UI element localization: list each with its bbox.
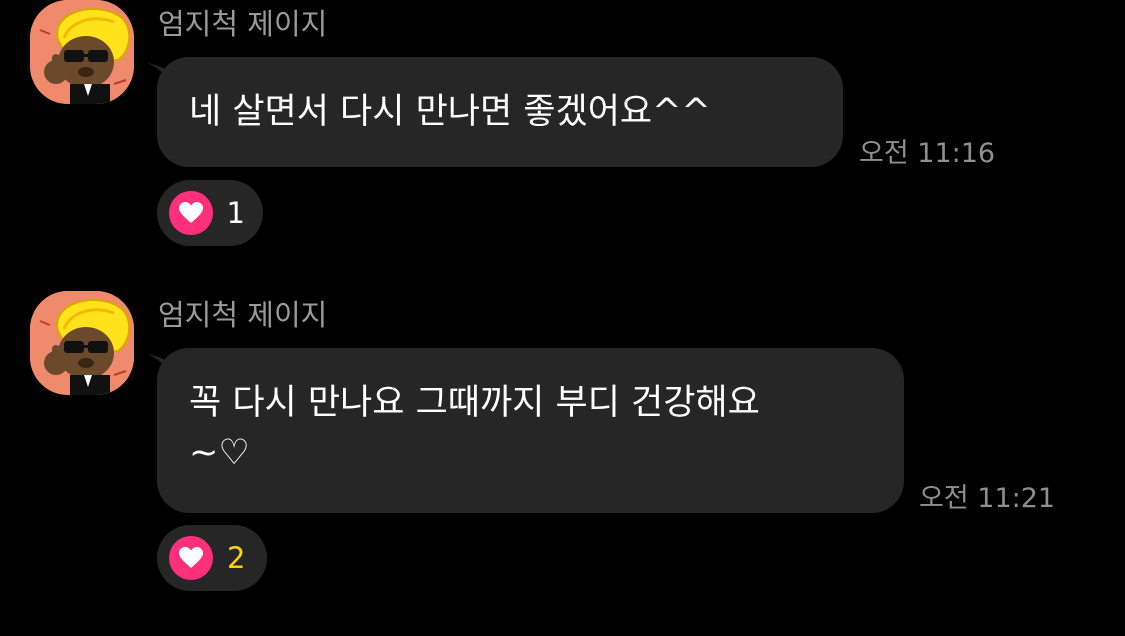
avatar[interactable]: [30, 0, 134, 104]
message-time: 오전 11:21: [919, 483, 1056, 514]
reaction-count: 1: [226, 196, 245, 230]
message-time: 오전 11:16: [859, 138, 996, 169]
message-text-line: 네 살면서 다시 만나면 좋겠어요^^: [189, 92, 711, 132]
heart-icon: [169, 191, 213, 235]
chat-view: 엄지척 제이지 네 살면서 다시 만나면 좋겠어요^^ 오전 11:16 1 엄…: [0, 0, 1125, 636]
reaction-count: 2: [227, 541, 246, 575]
message-text-line: 꼭 다시 만나요 그때까지 부디 건강해요: [189, 383, 760, 423]
sender-name: 엄지척 제이지: [158, 298, 328, 332]
avatar[interactable]: [30, 291, 134, 395]
reaction-chip[interactable]: 1: [157, 180, 263, 246]
message-bubble[interactable]: 네 살면서 다시 만나면 좋겠어요^^: [157, 57, 843, 167]
heart-icon: [169, 536, 213, 580]
message-bubble[interactable]: 꼭 다시 만나요 그때까지 부디 건강해요 ~♡: [157, 348, 904, 513]
character-avatar-icon: [30, 0, 134, 104]
reaction-chip[interactable]: 2: [157, 525, 267, 591]
sender-name: 엄지척 제이지: [158, 7, 328, 41]
message-text-line: ~♡: [189, 433, 250, 473]
character-avatar-icon: [30, 291, 134, 395]
